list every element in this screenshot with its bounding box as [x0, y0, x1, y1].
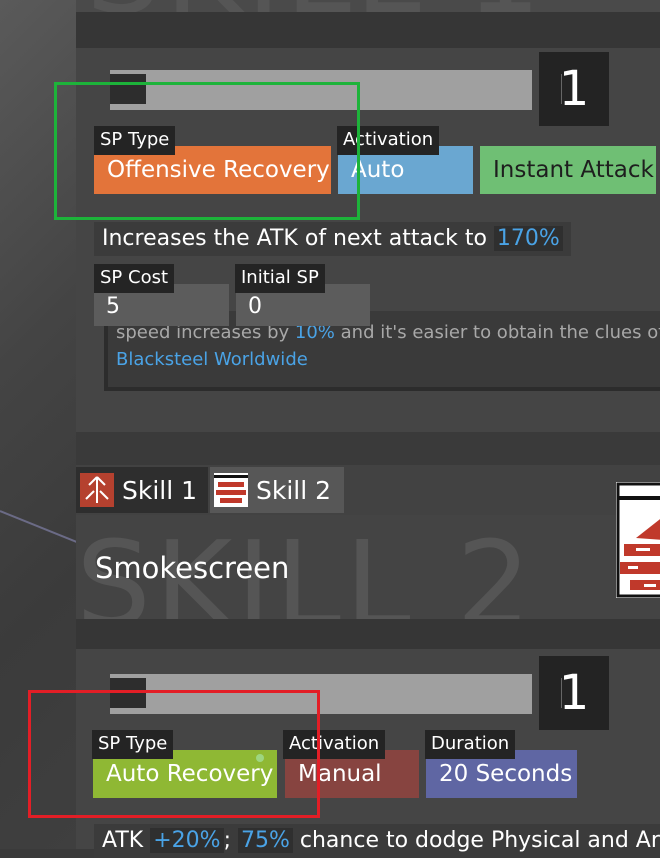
- sp-cost-value: 5: [106, 294, 120, 319]
- level-tick-mark: [561, 74, 562, 104]
- skill2-desc-suffix: chance to dodge Physical and Arts: [299, 828, 660, 853]
- skill2-description: ATK +20%; 75% chance to dodge Physical a…: [94, 824, 660, 858]
- tab-skill-2-label: Skill 2: [256, 475, 332, 505]
- skill2-header: SKILL 2 Smokescreen: [76, 515, 660, 619]
- skill2-desc-separator: ;: [223, 828, 231, 853]
- skill2-dodge-value: 75%: [237, 828, 293, 853]
- skill1-level-box: 1: [539, 52, 609, 126]
- skill2-name: Smokescreen: [95, 551, 290, 585]
- blacksteel-worldwide-link[interactable]: Blacksteel Worldwide: [116, 346, 660, 373]
- tab-skill-2[interactable]: Skill 2: [210, 467, 344, 513]
- skill2-divider: [76, 619, 660, 649]
- skill1-description: Increases the ATK of next attack to 170%: [94, 222, 571, 256]
- skill-tabs: Skill 1 Skill 2: [76, 465, 660, 515]
- instant-attack-value: Instant Attack: [493, 157, 654, 183]
- skill2-level-box: 1: [539, 656, 609, 730]
- tab-skill-1[interactable]: Skill 1: [76, 467, 208, 513]
- tab-skill-1-label: Skill 1: [122, 475, 198, 505]
- skill1-level-number: 1: [558, 61, 590, 117]
- skill2-level-number: 1: [558, 665, 590, 721]
- sp-cost-label: SP Cost: [94, 264, 175, 293]
- skill2-smokescreen-icon: [214, 473, 248, 507]
- skill1-header: SKILL 1: [76, 0, 660, 30]
- duration-label: Duration: [425, 730, 516, 759]
- initial-sp-label: Initial SP: [235, 264, 325, 293]
- level-tick-mark: [561, 678, 562, 708]
- red-highlight-box: [28, 690, 320, 818]
- skill1-divider: [76, 12, 660, 48]
- green-highlight-box: [54, 82, 360, 220]
- initial-sp-value: 0: [248, 294, 262, 319]
- skill1-arrows-icon: [80, 473, 114, 507]
- duration-value: 20 Seconds: [439, 761, 573, 787]
- skill1-atk-value: 170%: [493, 226, 563, 251]
- skill2-large-icon: [616, 482, 660, 598]
- sub-desc-line1-suffix: and it's easier to obtain the clues of: [340, 322, 660, 343]
- skill1-description-text: Increases the ATK of next attack to: [102, 226, 487, 251]
- skill2-atk-value: +20%: [150, 828, 224, 853]
- skill2-desc-prefix: ATK: [102, 828, 144, 853]
- instant-attack-chip: Instant Attack: [480, 146, 656, 194]
